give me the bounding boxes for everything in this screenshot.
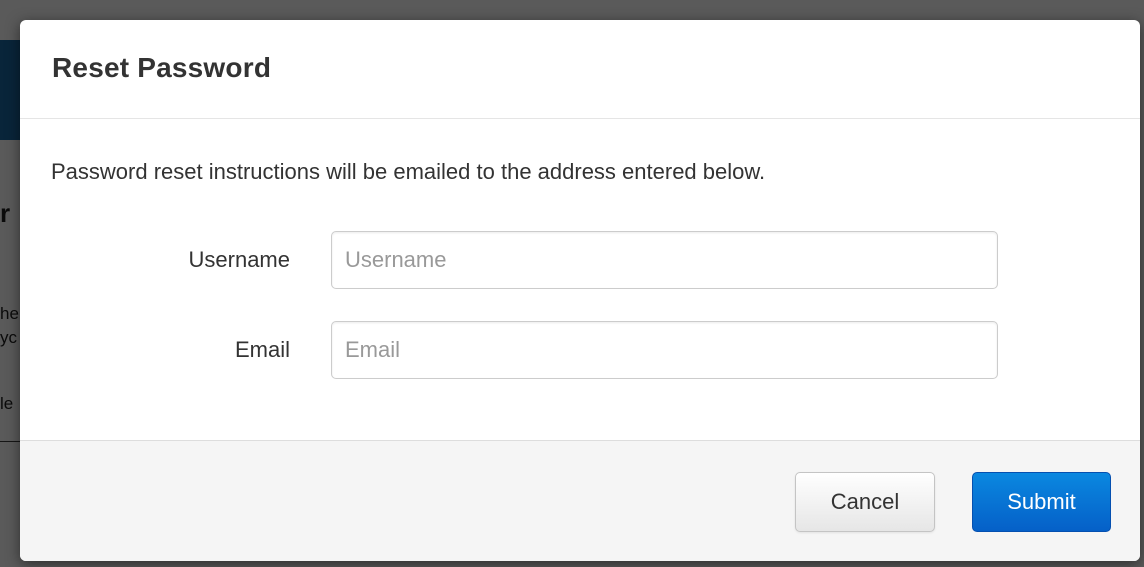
email-input[interactable] (331, 321, 998, 379)
cancel-button[interactable]: Cancel (795, 472, 935, 532)
email-row: Email (20, 321, 1140, 379)
username-input[interactable] (331, 231, 998, 289)
submit-button[interactable]: Submit (972, 472, 1111, 532)
reset-password-dialog: Reset Password Password reset instructio… (20, 20, 1140, 561)
modal-header: Reset Password (20, 20, 1140, 119)
instructions-text: Password reset instructions will be emai… (51, 159, 766, 184)
modal-body: Password reset instructions will be emai… (20, 119, 1140, 440)
modal-footer: Cancel Submit (20, 440, 1140, 561)
email-label: Email (234, 337, 290, 362)
modal-title: Reset Password (52, 52, 272, 83)
username-row: Username (20, 231, 1140, 289)
username-label: Username (188, 247, 290, 272)
